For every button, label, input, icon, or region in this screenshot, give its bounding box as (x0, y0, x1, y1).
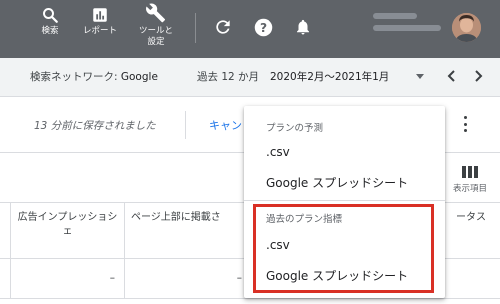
columns-button[interactable]: 表示項目 (447, 165, 493, 194)
wrench-icon (146, 3, 166, 23)
top-app-bar: 検索 レポート ツールと 設定 ? (0, 0, 500, 58)
reports-button[interactable]: レポート (83, 6, 118, 37)
filter-bar: 検索ネットワーク: Google 過去 12 か月 2020年2月～2021年1… (0, 58, 500, 97)
menu-divider (244, 200, 445, 201)
more-vert-icon-dot (463, 129, 467, 132)
columns-label: 表示項目 (452, 184, 487, 194)
network-filter[interactable]: 検索ネットワーク: Google (30, 69, 158, 84)
period-label: 過去 12 か月 (197, 71, 260, 83)
highlight-box (253, 204, 434, 293)
column-header[interactable]: ータス (440, 203, 500, 259)
menu-item-forecast-sheets[interactable]: Google スプレッドシート (266, 174, 408, 191)
more-vert-icon (463, 116, 467, 119)
table-cell: – (124, 259, 248, 299)
refresh-icon (216, 20, 230, 34)
previous-period-button[interactable] (444, 67, 460, 85)
reports-label: レポート (83, 26, 118, 36)
network-value: Google (120, 71, 158, 83)
account-id-redacted (373, 13, 417, 19)
dropdown-arrow-icon[interactable] (416, 74, 424, 79)
table-cell: – (10, 259, 124, 299)
row-divider (185, 111, 186, 139)
column-header[interactable]: 広告インプレッショシェ (10, 203, 124, 259)
help-icon: ? (254, 18, 272, 36)
refresh-button[interactable] (212, 16, 234, 38)
next-period-button[interactable] (470, 67, 486, 85)
tools-label-line1: ツールと (138, 26, 173, 36)
column-header[interactable]: ページ上部に掲載さ (124, 203, 248, 259)
svg-text:?: ? (259, 20, 266, 34)
help-button[interactable]: ? (252, 16, 274, 38)
period-value[interactable]: 2020年2月～2021年1月 (270, 69, 389, 84)
topbar-divider (195, 13, 196, 43)
chevron-left-icon (447, 70, 455, 82)
avatar[interactable] (452, 13, 481, 42)
more-vert-icon-dot (463, 122, 467, 126)
account-info[interactable] (373, 13, 443, 43)
menu-item-forecast-csv[interactable]: .csv (266, 145, 290, 159)
search-icon (43, 8, 58, 23)
search-button[interactable]: 検索 (36, 6, 64, 37)
tools-settings-button[interactable]: ツールと 設定 (133, 2, 179, 48)
bar-chart-icon (93, 8, 107, 22)
notifications-button[interactable] (292, 16, 314, 38)
account-email-redacted (373, 25, 441, 31)
more-options-button[interactable] (458, 114, 472, 134)
network-label: 検索ネットワーク: (30, 71, 121, 83)
chevron-right-icon (475, 70, 483, 82)
menu-section-header: プランの予測 (266, 123, 324, 134)
saved-status-text: 13 分前に保存されました (34, 120, 156, 132)
cancel-button[interactable]: キャン (209, 117, 242, 133)
avatar-photo (452, 13, 481, 42)
search-label: 検索 (41, 26, 59, 36)
tools-label-line2: 設定 (147, 37, 165, 47)
columns-icon (462, 166, 478, 178)
bell-icon (297, 19, 309, 35)
